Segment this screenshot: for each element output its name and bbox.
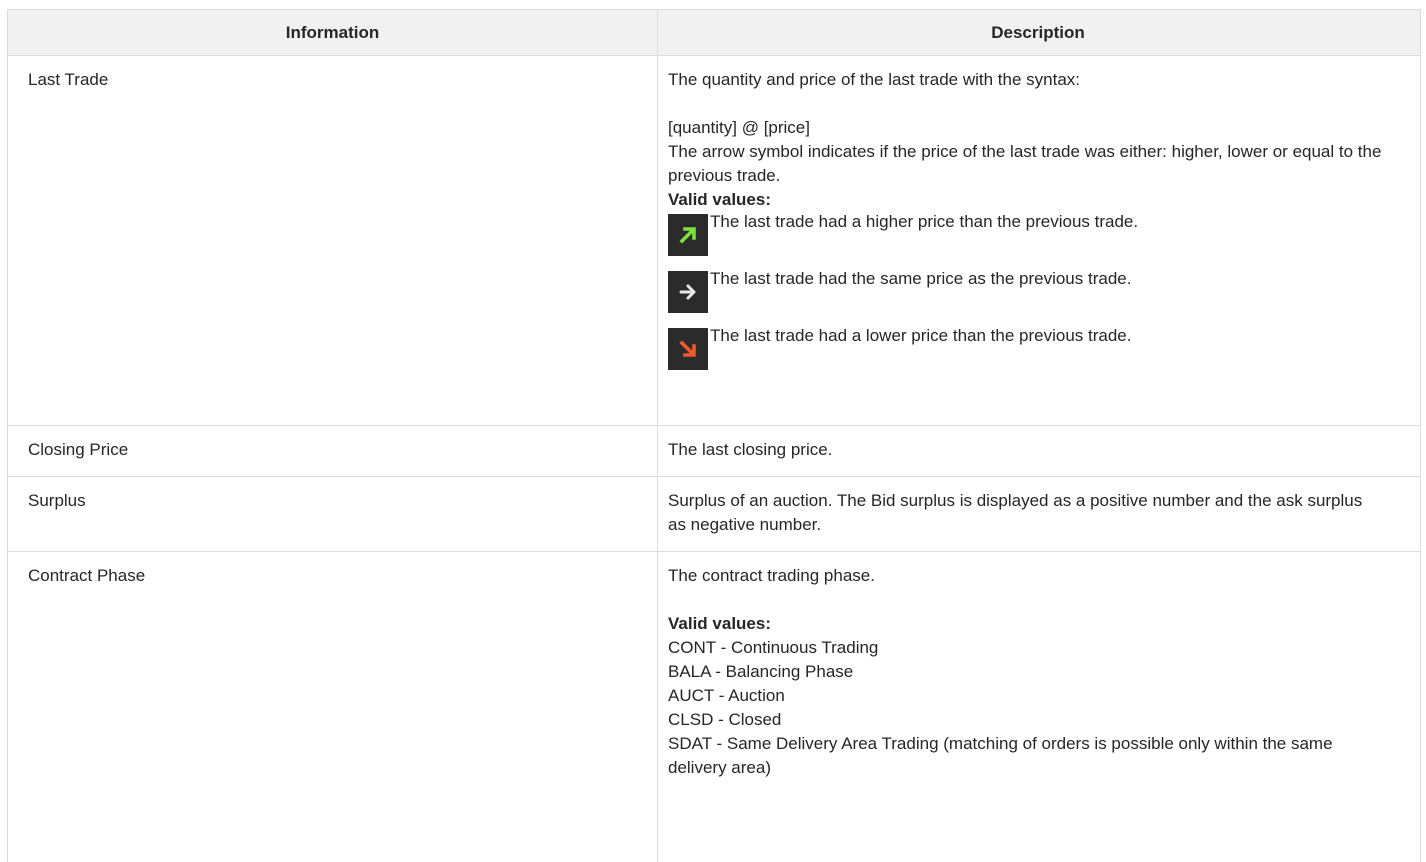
phase-value: SDAT - Same Delivery Area Trading (match… — [668, 734, 1333, 777]
arrow-right-white-icon — [668, 271, 708, 313]
table-row: Surplus Surplus of an auction. The Bid s… — [8, 477, 1420, 552]
info-cell: Contract Phase — [8, 552, 658, 862]
valid-value-text: The last trade had the same price as the… — [710, 269, 1132, 288]
arrow-down-right-red-icon — [668, 328, 708, 370]
info-cell: Closing Price — [8, 426, 658, 476]
valid-value-text: The last trade had a higher price than t… — [710, 212, 1139, 231]
description-text: The arrow symbol indicates if the price … — [668, 142, 1382, 185]
phase-value: BALA - Balancing Phase — [668, 662, 854, 681]
description-cell: The contract trading phase. Valid values… — [658, 552, 1418, 862]
valid-value-item: The last trade had the same price as the… — [668, 269, 1382, 326]
description-text: The contract trading phase. — [668, 566, 875, 585]
valid-values-label: Valid values: — [668, 614, 771, 633]
column-header-information: Information — [8, 10, 658, 55]
description-cell: The last closing price. — [668, 440, 833, 459]
table-row: Contract Phase The contract trading phas… — [8, 552, 1420, 862]
phase-value: AUCT - Auction — [668, 686, 785, 705]
phase-value: CLSD - Closed — [668, 710, 782, 729]
info-table: Information Description Last Trade The q… — [7, 9, 1421, 862]
valid-value-item: The last trade had a lower price than th… — [668, 326, 1382, 383]
column-header-description: Description — [991, 23, 1085, 42]
phase-value: CONT - Continuous Trading — [668, 638, 879, 657]
valid-values-label: Valid values: — [668, 190, 771, 209]
info-cell: Last Trade — [8, 56, 658, 425]
valid-value-item: The last trade had a higher price than t… — [668, 212, 1382, 269]
table-header-row: Information Description — [8, 10, 1420, 56]
valid-value-text: The last trade had a lower price than th… — [710, 326, 1132, 345]
table-row: Closing Price The last closing price. — [8, 426, 1420, 477]
table-row: Last Trade The quantity and price of the… — [8, 56, 1420, 426]
arrow-up-right-green-icon — [668, 214, 708, 256]
info-cell: Surplus — [8, 477, 658, 551]
syntax-text: [quantity] @ [price] — [668, 118, 810, 137]
description-text: The quantity and price of the last trade… — [668, 70, 1081, 89]
description-cell: The quantity and price of the last trade… — [658, 56, 1418, 425]
description-cell: Surplus of an auction. The Bid surplus i… — [668, 491, 1363, 534]
